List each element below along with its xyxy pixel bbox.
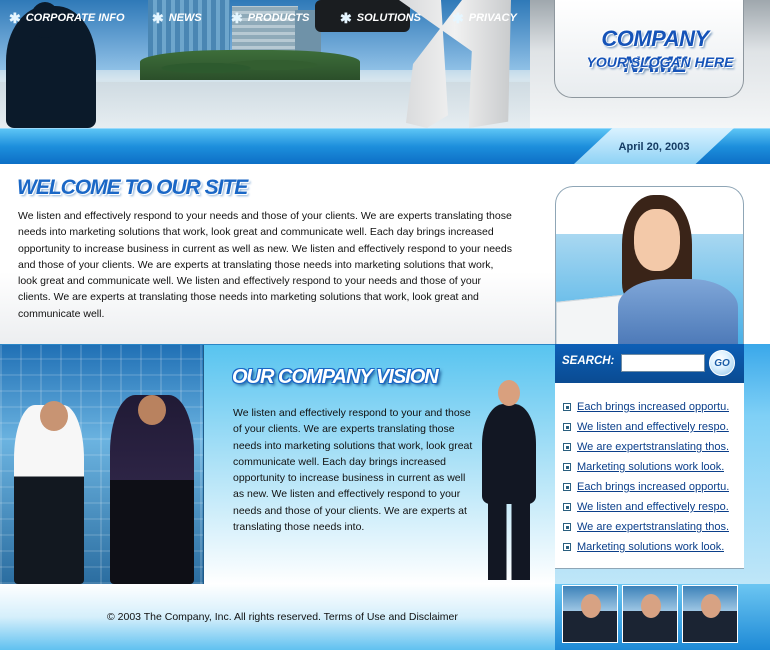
asterisk-icon: ✱ [152, 10, 164, 26]
list-item[interactable]: We listen and effectively respo. [563, 500, 738, 514]
page: COMPANY NAME YOUR SLOGAN HERE ✱ CORPORAT… [0, 0, 770, 650]
link-text[interactable]: Marketing solutions work look. [577, 461, 724, 473]
nav-label: SOLUTIONS [356, 12, 421, 24]
square-bullet-icon [563, 543, 571, 551]
list-item[interactable]: Each brings increased opportu. [563, 480, 738, 494]
square-bullet-icon [563, 483, 571, 491]
nav-label: PRIVACY [468, 12, 517, 24]
team-thumbnail [682, 585, 738, 643]
jumping-people-photo [0, 345, 204, 584]
square-bullet-icon [563, 503, 571, 511]
company-slogan: YOUR SLOGAN HERE [586, 54, 734, 70]
list-item[interactable]: Marketing solutions work look. [563, 460, 738, 474]
team-thumbnail [562, 585, 618, 643]
welcome-text: We listen and effectively respond to you… [18, 210, 512, 320]
search-label: SEARCH: [562, 355, 615, 367]
link-text[interactable]: We are expertstranslating thos. [577, 521, 729, 533]
square-bullet-icon [563, 443, 571, 451]
nav-news[interactable]: ✱ NEWS [152, 10, 202, 26]
list-item[interactable]: We listen and effectively respo. [563, 420, 738, 434]
welcome-title: WELCOME TO OUR SITE [17, 176, 248, 199]
vision-title: OUR COMPANY VISION [232, 366, 439, 388]
nav-label: NEWS [168, 12, 202, 24]
square-bullet-icon [563, 403, 571, 411]
square-bullet-icon [563, 463, 571, 471]
company-name: COMPANY NAME [601, 26, 709, 77]
asterisk-icon: ✱ [9, 10, 21, 26]
nav-label: PRODUCTS [247, 12, 310, 24]
vision-text: We listen and effectively respond to you… [233, 407, 473, 534]
asterisk-icon: ✱ [340, 10, 352, 26]
list-item[interactable]: We are expertstranslating thos. [563, 520, 738, 534]
footer-copyright: © 2003 The Company, Inc. All rights rese… [107, 611, 458, 623]
list-item[interactable]: Marketing solutions work look. [563, 540, 738, 554]
asterisk-icon: ✱ [452, 10, 464, 26]
woman-photo [555, 186, 744, 344]
link-text[interactable]: Each brings increased opportu. [577, 401, 729, 413]
nav-corporate-info[interactable]: ✱ CORPORATE INFO [9, 10, 125, 26]
asterisk-icon: ✱ [231, 10, 243, 26]
businessman-image [476, 380, 542, 580]
link-text[interactable]: Each brings increased opportu. [577, 481, 729, 493]
square-bullet-icon [563, 423, 571, 431]
nav-products[interactable]: ✱ PRODUCTS [231, 10, 309, 26]
team-thumbnail [622, 585, 678, 643]
nav-label: CORPORATE INFO [25, 12, 125, 24]
square-bullet-icon [563, 523, 571, 531]
search-input[interactable] [621, 354, 705, 372]
nav-privacy[interactable]: ✱ PRIVACY [452, 10, 517, 26]
link-text[interactable]: We listen and effectively respo. [577, 501, 729, 513]
link-text[interactable]: Marketing solutions work look. [577, 541, 724, 553]
list-item[interactable]: Each brings increased opportu. [563, 400, 738, 414]
link-text[interactable]: We listen and effectively respo. [577, 421, 729, 433]
current-date: April 20, 2003 [618, 141, 690, 153]
list-item[interactable]: We are expertstranslating thos. [563, 440, 738, 454]
nav-solutions[interactable]: ✱ SOLUTIONS [340, 10, 421, 26]
link-text[interactable]: We are expertstranslating thos. [577, 441, 729, 453]
search-go-button[interactable]: GO [709, 350, 735, 376]
